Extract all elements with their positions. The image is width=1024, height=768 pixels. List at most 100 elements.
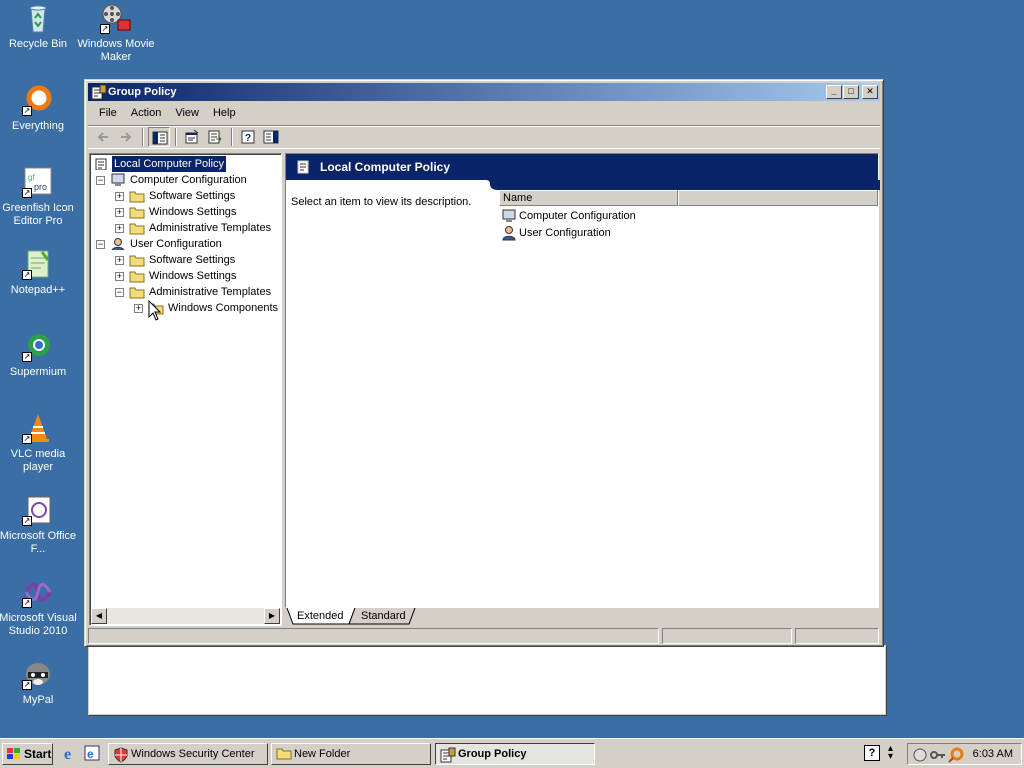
scroll-right-button[interactable]: ▶ bbox=[264, 608, 280, 624]
desktop-icon-office[interactable]: ↗ Microsoft Office F... bbox=[0, 494, 78, 556]
security-shield-icon bbox=[114, 747, 128, 763]
task-label: Windows Security Center bbox=[131, 748, 255, 760]
policy-scroll-icon bbox=[297, 160, 309, 174]
tray-expand-icon[interactable]: ▴ ▾ bbox=[888, 744, 893, 762]
svg-text:e: e bbox=[64, 746, 71, 762]
quicklaunch-ie[interactable]: e bbox=[62, 744, 82, 764]
task-label: New Folder bbox=[294, 748, 351, 760]
desktop-icon-label: Microsoft Visual Studio 2010 bbox=[0, 612, 77, 637]
desktop-icon-vlc[interactable]: ↗ VLC media player bbox=[0, 412, 78, 474]
menu-action[interactable]: Action bbox=[124, 107, 169, 119]
folder-icon bbox=[129, 255, 145, 267]
expand-icon[interactable]: + bbox=[115, 192, 124, 201]
visual-studio-icon: ↗ bbox=[22, 576, 54, 608]
system-tray: 6:03 AM bbox=[907, 743, 1022, 765]
desktop-icon-everything[interactable]: ↗ Everything bbox=[0, 84, 78, 133]
export-list-icon bbox=[208, 130, 222, 144]
menu-bar: File Action View Help bbox=[88, 103, 880, 123]
desktop-icon-mypal[interactable]: ↗ MyPal bbox=[0, 658, 78, 707]
tree-label: Software Settings bbox=[149, 190, 236, 202]
show-hide-action-pane-button[interactable] bbox=[260, 127, 282, 147]
task-new-folder[interactable]: New Folder bbox=[271, 743, 431, 765]
desktop-icon-supermium[interactable]: ↗ Supermium bbox=[0, 330, 78, 379]
description-text: Select an item to view its description. bbox=[291, 196, 472, 208]
forward-arrow-icon bbox=[121, 132, 132, 142]
task-group-policy[interactable]: Group Policy bbox=[435, 743, 595, 765]
column-header-empty[interactable] bbox=[678, 190, 878, 206]
desktop-icon-recycle-bin[interactable]: Recycle Bin bbox=[0, 2, 78, 51]
collapse-icon[interactable]: − bbox=[96, 176, 105, 185]
group-policy-app-icon bbox=[91, 84, 107, 100]
mouse-cursor-icon bbox=[148, 300, 162, 321]
task-windows-security-center[interactable]: Windows Security Center bbox=[108, 743, 268, 765]
group-policy-app-icon bbox=[440, 747, 456, 763]
export-list-button[interactable] bbox=[204, 127, 226, 147]
list-item-computer-configuration[interactable]: Computer Configuration bbox=[501, 208, 636, 224]
back-button[interactable] bbox=[92, 127, 114, 147]
forward-button[interactable] bbox=[115, 127, 137, 147]
expand-icon[interactable]: + bbox=[134, 304, 143, 313]
folder-icon bbox=[129, 207, 145, 219]
tree-label: Windows Settings bbox=[149, 206, 237, 218]
close-button[interactable]: ✕ bbox=[862, 85, 878, 99]
language-help-icon[interactable]: ? bbox=[864, 745, 880, 761]
svg-text:?: ? bbox=[245, 133, 251, 144]
maximize-button[interactable]: □ bbox=[843, 85, 859, 99]
menu-view[interactable]: View bbox=[168, 107, 206, 119]
collapse-icon[interactable]: − bbox=[115, 288, 124, 297]
title-bar[interactable]: Group Policy _ □ ✕ bbox=[88, 83, 880, 101]
recycle-bin-icon bbox=[22, 2, 54, 34]
background-window[interactable] bbox=[88, 645, 886, 715]
scroll-left-button[interactable]: ◀ bbox=[91, 608, 107, 624]
start-label: Start bbox=[24, 747, 52, 761]
tree-label: Administrative Templates bbox=[149, 222, 272, 234]
details-pane: Local Computer Policy Select an item to … bbox=[285, 153, 880, 608]
toolbar-separator bbox=[231, 128, 233, 146]
tree-label: Computer Configuration bbox=[130, 174, 247, 186]
desktop-icon-visual-studio[interactable]: ↗ Microsoft Visual Studio 2010 bbox=[0, 576, 78, 638]
expand-icon[interactable]: + bbox=[115, 208, 124, 217]
menu-file[interactable]: File bbox=[92, 107, 124, 119]
tree-horizontal-scrollbar[interactable]: ◀ ▶ bbox=[91, 608, 280, 624]
column-header-name[interactable]: Name bbox=[499, 190, 678, 206]
properties-button[interactable] bbox=[181, 127, 203, 147]
user-icon bbox=[502, 226, 516, 241]
search-tray-icon[interactable] bbox=[948, 747, 964, 763]
help-button[interactable]: ? bbox=[237, 127, 259, 147]
tab-standard[interactable]: Standard bbox=[355, 608, 412, 625]
tree-label: Administrative Templates bbox=[149, 286, 272, 298]
desktop-icon-notepadpp[interactable]: ↗ Notepad++ bbox=[0, 248, 78, 297]
desktop-icon-windows-movie-maker[interactable]: ↗ Windows Movie Maker bbox=[76, 2, 156, 64]
toolbar: ? bbox=[88, 125, 880, 149]
collapse-icon[interactable]: − bbox=[96, 240, 105, 249]
clock[interactable]: 6:03 AM bbox=[973, 744, 1013, 764]
quicklaunch-explorer[interactable]: e bbox=[83, 744, 103, 764]
key-icon[interactable] bbox=[930, 747, 946, 763]
window-title: Group Policy bbox=[108, 86, 177, 98]
svg-text:gf: gf bbox=[28, 173, 35, 182]
tab-extended[interactable]: Extended bbox=[291, 608, 349, 625]
expand-icon[interactable]: + bbox=[115, 224, 124, 233]
tree-label: Windows Components bbox=[168, 302, 279, 314]
desktop-icon-greenfish[interactable]: gf pro ↗ Greenfish Icon Editor Pro bbox=[0, 166, 78, 228]
group-policy-window: Group Policy _ □ ✕ File Action View Help bbox=[84, 79, 884, 647]
back-arrow-icon bbox=[97, 132, 108, 142]
folder-icon bbox=[129, 191, 145, 203]
status-panel-3 bbox=[795, 628, 879, 644]
list-item-user-configuration[interactable]: User Configuration bbox=[501, 225, 611, 241]
expand-icon[interactable]: + bbox=[115, 256, 124, 265]
office-document-icon: ↗ bbox=[22, 494, 54, 526]
svg-text:e: e bbox=[87, 747, 94, 761]
start-button[interactable]: Start bbox=[2, 743, 53, 765]
network-icon[interactable] bbox=[912, 747, 928, 763]
folder-open-icon bbox=[129, 287, 145, 299]
folder-icon bbox=[129, 271, 145, 283]
expand-icon[interactable]: + bbox=[115, 272, 124, 281]
search-magnifier-icon: ↗ bbox=[22, 84, 54, 116]
console-tree-icon bbox=[152, 131, 168, 145]
show-hide-tree-button[interactable] bbox=[148, 127, 170, 147]
menu-help[interactable]: Help bbox=[206, 107, 243, 119]
taskbar: Start e e Windows Security Center New Fo… bbox=[0, 738, 1024, 768]
list-item-label: User Configuration bbox=[519, 227, 611, 239]
minimize-button[interactable]: _ bbox=[826, 85, 842, 99]
